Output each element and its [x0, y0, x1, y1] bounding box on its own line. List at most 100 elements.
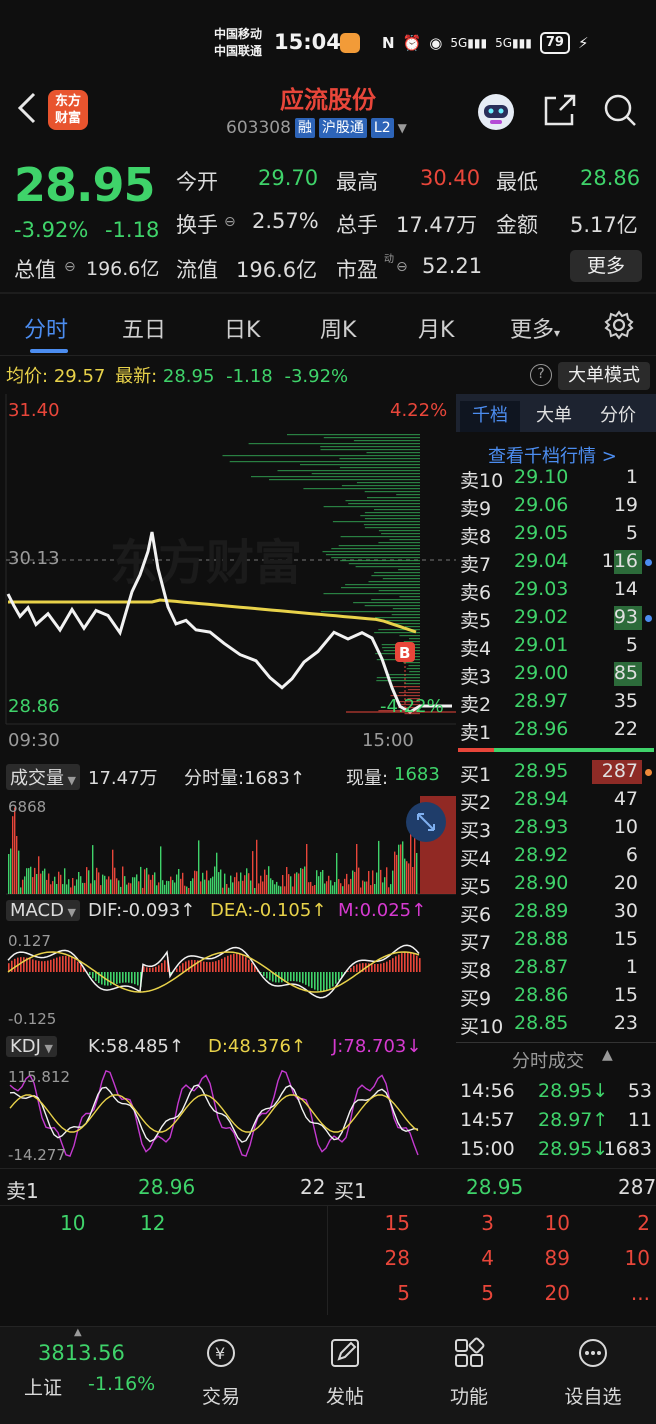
high-value: 30.40 — [420, 166, 481, 190]
tab-more[interactable]: 更多▾ — [510, 312, 560, 344]
sell-row[interactable]: 卖4 29.01 5 — [456, 632, 656, 660]
buy-row[interactable]: 买9 28.86 15 — [456, 982, 656, 1010]
sell-vol: 85 — [613, 662, 638, 684]
chevron-down-icon[interactable]: ▼ — [398, 121, 407, 135]
flow-bar — [331, 557, 420, 559]
buy-row[interactable]: 买3 28.93 10 — [456, 814, 656, 842]
macd-bar — [89, 972, 91, 975]
sell-row[interactable]: 卖8 29.05 5 — [456, 520, 656, 548]
carrier-2: 中国联通 — [214, 44, 263, 58]
macd-bar — [314, 972, 316, 990]
volume-bar — [292, 886, 294, 894]
robot-assistant-button[interactable] — [476, 92, 514, 130]
sell-row[interactable]: 卖10 29.10 1 — [456, 464, 656, 492]
tick-time: 14:57 — [460, 1109, 515, 1131]
buy-row[interactable]: 买2 28.94 47 — [456, 786, 656, 814]
tab-monthly-k[interactable]: 月K — [418, 312, 454, 344]
buy-row[interactable]: 买1 28.95 287 — [456, 758, 656, 786]
sell-row[interactable]: 卖9 29.06 19 — [456, 492, 656, 520]
nav-watchlist-label: 设自选 — [564, 1386, 622, 1408]
buy-price: 28.92 — [514, 844, 569, 866]
volume-bar — [26, 868, 28, 894]
big-order-mode-button[interactable]: 大单模式 — [558, 362, 650, 390]
flow-bar — [364, 491, 420, 493]
kdj-chart[interactable]: 115.812 -14.277 — [0, 1066, 456, 1166]
float-value: 196.6亿 — [236, 258, 318, 282]
nav-function[interactable]: 功能 — [424, 1337, 514, 1409]
latest-value: 28.95 — [162, 366, 215, 387]
macd-bar — [335, 972, 337, 984]
sell-row[interactable]: 卖7 29.04 116 — [456, 548, 656, 576]
sell-row[interactable]: 卖6 29.03 14 — [456, 576, 656, 604]
flow-bar — [364, 605, 420, 607]
flow-bar — [378, 590, 420, 592]
index-ticker[interactable]: ▲ 3813.56 上证 -1.16% — [0, 1327, 160, 1424]
nav-watchlist[interactable]: 设自选 — [548, 1337, 638, 1409]
buy-sell-ratio-bar — [458, 748, 654, 752]
volume-bar — [278, 885, 280, 894]
flow-bar — [367, 497, 420, 499]
intraday-price-chart[interactable]: 东方财富 B 31.40 30.13 28.86 4.22% -4.22% — [0, 394, 456, 730]
queue-buy-order: 20 — [544, 1281, 570, 1305]
buy-row[interactable]: 买6 28.89 30 — [456, 898, 656, 926]
search-button[interactable] — [602, 92, 638, 128]
buy-vol: 10 — [613, 816, 638, 838]
volume-bar — [12, 816, 14, 894]
more-button[interactable]: 更多 — [570, 250, 642, 282]
kdj-d: D:48.376↑ — [208, 1036, 306, 1057]
macd-bar — [119, 972, 121, 984]
volume-bar — [222, 887, 224, 894]
volume-bar — [250, 880, 252, 894]
help-icon[interactable]: ? — [530, 364, 552, 386]
trade-icon: ¥ — [207, 1339, 235, 1367]
buy-row[interactable]: 买5 28.90 20 — [456, 870, 656, 898]
volume-bar — [238, 881, 240, 894]
sell-row[interactable]: 卖3 29.00 85 — [456, 660, 656, 688]
tab-big-orders[interactable]: 大单 — [536, 401, 572, 427]
macd-bar — [65, 955, 67, 972]
nav-trade[interactable]: ¥ 交易 — [176, 1337, 266, 1409]
sell-label: 卖9 — [460, 498, 492, 520]
volume-chart[interactable]: 6868 — [0, 792, 456, 896]
buy-row[interactable]: 买10 28.85 23 — [456, 1010, 656, 1038]
sell-row[interactable]: 卖5 29.02 93 — [456, 604, 656, 632]
settings-button[interactable] — [604, 310, 634, 346]
macd-selector[interactable]: MACD ▼ — [6, 900, 80, 921]
flow-bar — [345, 500, 420, 502]
volume-selector[interactable]: 成交量 ▼ — [6, 764, 80, 790]
macd-bar — [410, 952, 412, 972]
buy-row[interactable]: 买8 28.87 1 — [456, 954, 656, 982]
mcap-info-icon[interactable]: ⊖ — [64, 259, 76, 275]
macd-bar — [308, 972, 310, 987]
flow-bar — [374, 572, 420, 574]
turnover-label: 换手 — [176, 213, 218, 237]
sell-row[interactable]: 卖2 28.97 35 — [456, 688, 656, 716]
tick-volume: 1683 — [603, 1138, 652, 1160]
ticks-header[interactable]: 分时成交 ▲ — [456, 1042, 656, 1072]
volume-bar — [328, 875, 330, 894]
info-dots-icon[interactable]: ⊖ — [224, 214, 236, 230]
volume-bar — [132, 877, 134, 894]
kdj-selector[interactable]: KDJ ▼ — [6, 1036, 57, 1057]
nav-post[interactable]: 发帖 — [300, 1337, 390, 1409]
flow-bar — [320, 611, 420, 613]
sell-row[interactable]: 卖1 28.96 22 — [456, 716, 656, 744]
volume-bar — [172, 880, 174, 894]
tab-five-day[interactable]: 五日 — [122, 312, 166, 344]
tab-daily-k[interactable]: 日K — [224, 312, 260, 344]
order-book-tabs: 千档 大单 分价 — [456, 394, 656, 432]
buy-row[interactable]: 买4 28.92 6 — [456, 842, 656, 870]
flow-bar — [345, 584, 420, 586]
tab-intraday[interactable]: 分时 — [24, 312, 68, 344]
hotspot-icon: ◉ — [429, 34, 443, 52]
tab-weekly-k[interactable]: 周K — [320, 312, 356, 344]
tab-price-distribution[interactable]: 分价 — [600, 401, 636, 427]
buy-row[interactable]: 买7 28.88 15 — [456, 926, 656, 954]
pe-info-icon[interactable]: ⊖ — [396, 259, 408, 275]
tab-level-depth[interactable]: 千档 — [460, 401, 520, 432]
volume-bar — [344, 878, 346, 894]
share-button[interactable] — [542, 92, 578, 128]
macd-bar — [194, 960, 196, 972]
bottom-nav: ▲ 3813.56 上证 -1.16% ¥ 交易 发帖 功能 设自选 — [0, 1326, 656, 1424]
macd-chart[interactable]: 0.127 -0.125 — [0, 928, 456, 1032]
